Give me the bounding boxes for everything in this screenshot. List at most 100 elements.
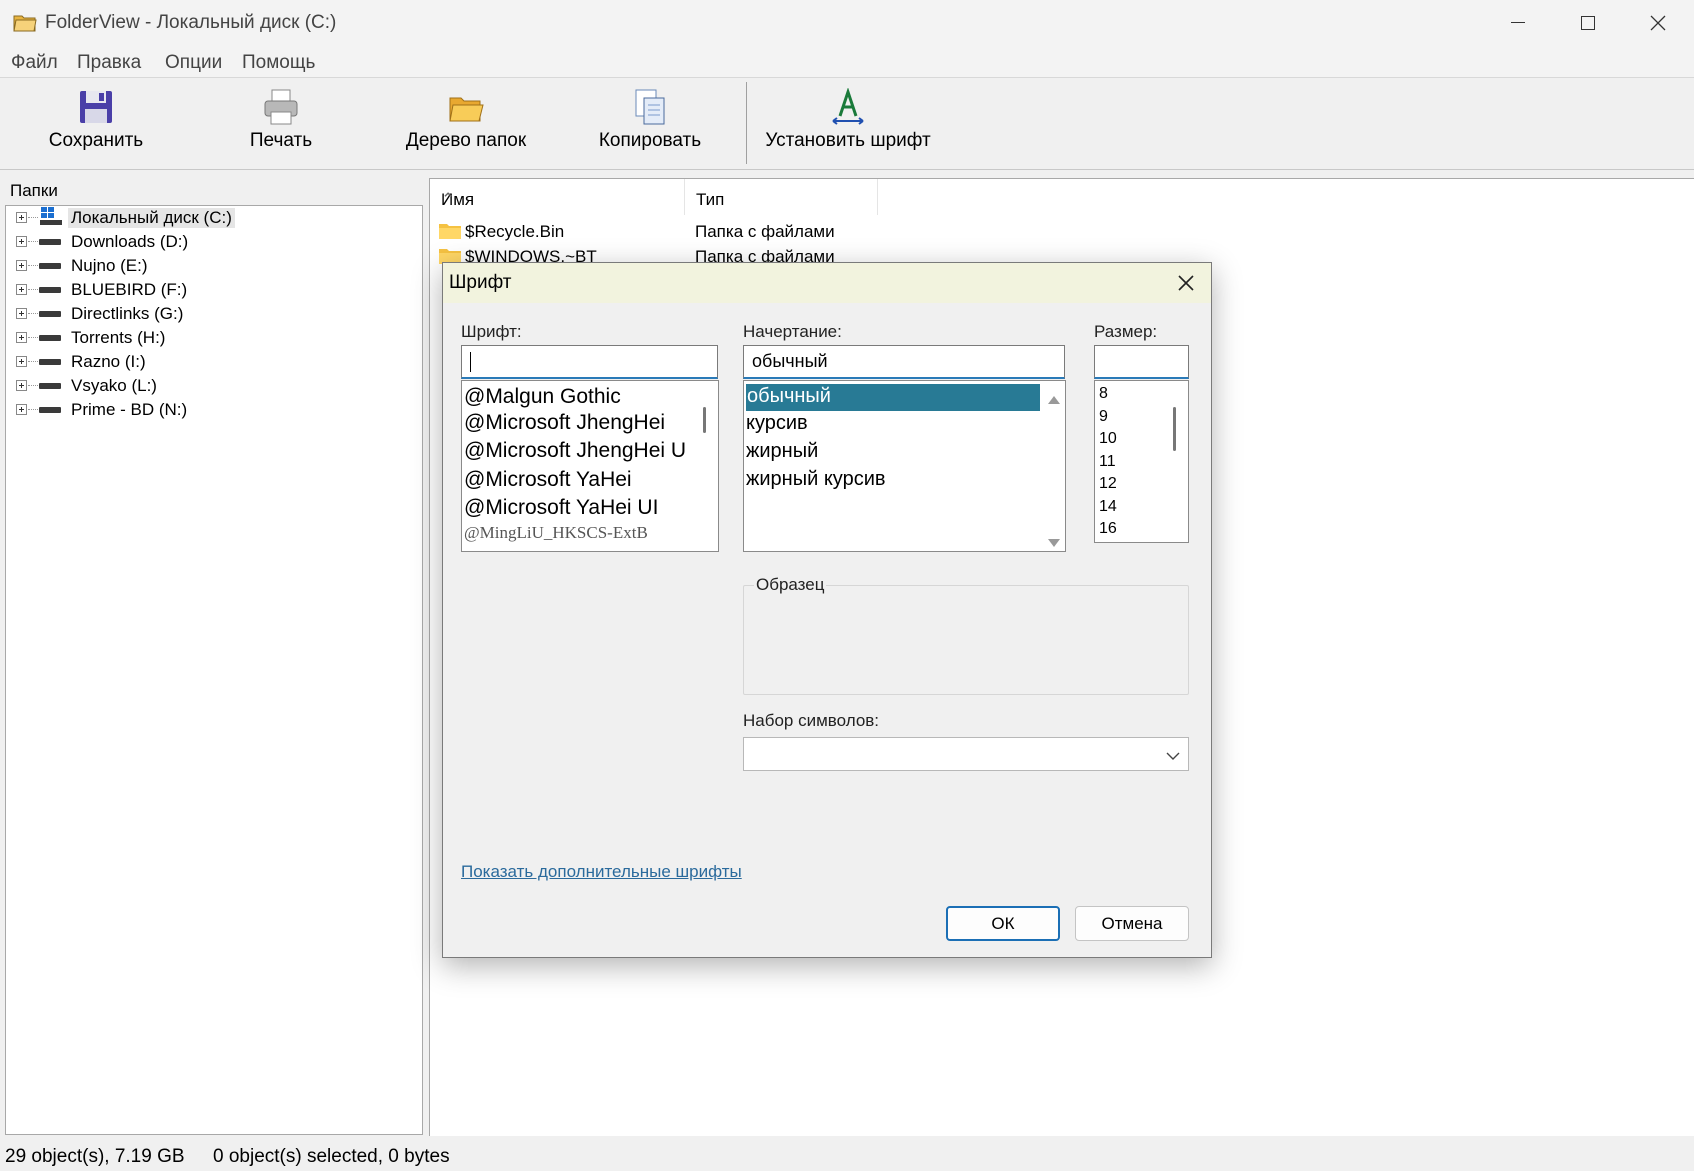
- list-item[interactable]: жирный курсив: [746, 468, 886, 491]
- list-item[interactable]: 8: [1099, 385, 1108, 403]
- list-item[interactable]: курсив: [746, 412, 808, 435]
- tree-item-e[interactable]: Nujno (E:): [6, 254, 416, 278]
- list-item[interactable]: @Microsoft YaHei UI: [464, 496, 658, 520]
- tree-item-c[interactable]: Локальный диск (C:): [6, 206, 416, 230]
- font-style-input[interactable]: обычный: [743, 345, 1065, 379]
- font-style-label: Начертание:: [743, 322, 842, 341]
- list-item[interactable]: @Microsoft JhengHei U: [464, 439, 686, 463]
- column-header-name[interactable]: Имя ⌃: [430, 179, 685, 215]
- list-item[interactable]: обычный: [746, 384, 1040, 411]
- scrollbar-thumb[interactable]: [1173, 407, 1176, 451]
- cancel-button[interactable]: Отмена: [1075, 906, 1189, 941]
- status-bar: 29 object(s), 7.19 GB 0 object(s) select…: [0, 1140, 1694, 1171]
- scrollbar-thumb[interactable]: [703, 407, 706, 433]
- list-item[interactable]: 10: [1099, 430, 1117, 448]
- list-item[interactable]: 14: [1099, 498, 1117, 516]
- tree-item-i[interactable]: Razno (I:): [6, 350, 416, 374]
- sample-label: Образец: [754, 575, 827, 595]
- title-bar: FolderView - Локальный диск (C:): [0, 0, 1694, 46]
- menu-help[interactable]: Помощь: [242, 52, 315, 74]
- set-font-button[interactable]: Установить шрифт: [762, 78, 934, 170]
- list-item[interactable]: жирный: [746, 440, 818, 463]
- folder-icon: [439, 222, 461, 239]
- drive-icon: [39, 383, 61, 389]
- charset-label: Набор символов:: [743, 711, 880, 730]
- font-size-label: Размер:: [1094, 322, 1158, 341]
- font-name-list[interactable]: @Malgun Gothic @Microsoft JhengHei @Micr…: [461, 380, 719, 552]
- close-icon: [1178, 275, 1194, 291]
- font-name-input[interactable]: [461, 345, 718, 379]
- list-item[interactable]: 11: [1099, 453, 1116, 471]
- close-button[interactable]: [1623, 0, 1693, 46]
- maximize-button[interactable]: [1553, 0, 1623, 46]
- status-selected: 0 object(s) selected, 0 bytes: [213, 1146, 450, 1167]
- sort-ascending-icon: ⌃: [441, 190, 456, 209]
- menu-options[interactable]: Опции: [165, 52, 222, 74]
- menu-edit[interactable]: Правка: [77, 52, 141, 74]
- charset-select[interactable]: [743, 737, 1189, 771]
- tree-item-d[interactable]: Downloads (D:): [6, 230, 416, 254]
- list-item[interactable]: @Malgun Gothic: [464, 385, 621, 409]
- tree-item-n[interactable]: Prime - BD (N:): [6, 398, 416, 422]
- tree-item-f[interactable]: BLUEBIRD (F:): [6, 278, 416, 302]
- dialog-title: Шрифт: [449, 272, 512, 293]
- list-item[interactable]: @Microsoft YaHei: [464, 468, 632, 492]
- expand-icon[interactable]: [16, 356, 27, 367]
- list-item[interactable]: 12: [1099, 475, 1117, 493]
- copy-button[interactable]: Копировать: [590, 78, 710, 170]
- expand-icon[interactable]: [16, 308, 27, 319]
- tree-item-l[interactable]: Vsyako (L:): [6, 374, 416, 398]
- folders-pane-header: Папки: [10, 181, 58, 200]
- minimize-button[interactable]: [1483, 0, 1553, 46]
- expand-icon[interactable]: [16, 380, 27, 391]
- expand-icon[interactable]: [16, 332, 27, 343]
- sample-group: Образец: [743, 575, 1189, 695]
- drive-icon: [39, 287, 61, 293]
- ok-button[interactable]: ОК: [946, 906, 1060, 941]
- drive-icon: [39, 359, 61, 365]
- folder-app-icon: [13, 12, 37, 32]
- copy-icon: [631, 88, 669, 126]
- expand-icon[interactable]: [16, 236, 27, 247]
- expand-icon[interactable]: [16, 404, 27, 415]
- drive-icon: [39, 407, 61, 413]
- list-item[interactable]: 9: [1099, 408, 1108, 426]
- drive-icon: [39, 263, 61, 269]
- expand-icon[interactable]: [16, 212, 27, 223]
- expand-icon[interactable]: [16, 284, 27, 295]
- font-icon: [829, 87, 867, 126]
- drive-icon: [39, 311, 61, 317]
- font-size-list[interactable]: 8 9 10 11 12 14 16: [1094, 380, 1189, 543]
- printer-icon: [262, 88, 300, 126]
- column-header-type[interactable]: Тип: [685, 179, 878, 215]
- dialog-close-button[interactable]: [1171, 269, 1201, 297]
- scroll-up-arrow-icon[interactable]: [1048, 391, 1060, 409]
- menu-bar: Файл Правка Опции Помощь: [0, 46, 1694, 78]
- toolbar-separator: [746, 82, 747, 164]
- menu-file[interactable]: Файл: [11, 52, 58, 74]
- expand-icon[interactable]: [16, 260, 27, 271]
- print-button[interactable]: Печать: [232, 78, 330, 170]
- status-objects: 29 object(s), 7.19 GB: [5, 1146, 185, 1167]
- list-item[interactable]: @MingLiU_HKSCS-ExtB: [464, 523, 648, 543]
- folder-tree-button[interactable]: Дерево папок: [393, 78, 539, 170]
- list-item[interactable]: $Recycle.Bin Папка с файлами: [430, 219, 1430, 243]
- toolbar: Сохранить Печать Дерево папок Копировать…: [0, 78, 1694, 170]
- show-more-fonts-link[interactable]: Показать дополнительные шрифты: [461, 862, 742, 882]
- window-title: FolderView - Локальный диск (C:): [45, 12, 337, 33]
- drive-icon: [39, 335, 61, 341]
- folder-tree[interactable]: Локальный диск (C:) Downloads (D:) Nujno…: [5, 205, 423, 1135]
- save-button[interactable]: Сохранить: [35, 78, 157, 170]
- chevron-down-icon: [1166, 748, 1180, 766]
- list-item[interactable]: 16: [1099, 520, 1117, 538]
- drive-icon: [39, 239, 61, 245]
- dialog-title-bar: Шрифт: [443, 263, 1211, 303]
- scroll-down-arrow-icon[interactable]: [1048, 534, 1060, 551]
- tree-item-g[interactable]: Directlinks (G:): [6, 302, 416, 326]
- tree-item-h[interactable]: Torrents (H:): [6, 326, 416, 350]
- font-dialog: Шрифт Шрифт: @Malgun Gothic @Microsoft J…: [442, 262, 1212, 958]
- font-style-list[interactable]: обычный курсив жирный жирный курсив: [743, 380, 1066, 552]
- list-item[interactable]: @Microsoft JhengHei: [464, 411, 665, 435]
- computer-drive-icon: [39, 206, 63, 231]
- font-size-input[interactable]: [1094, 345, 1189, 379]
